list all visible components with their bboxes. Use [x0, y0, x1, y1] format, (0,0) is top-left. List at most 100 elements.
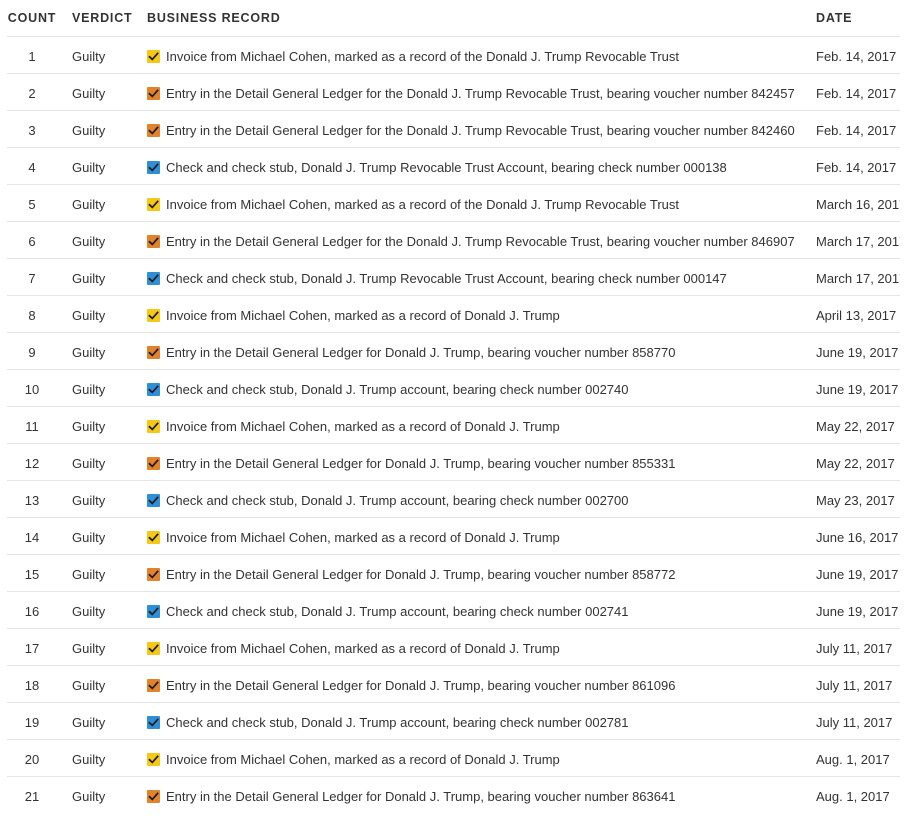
business-record-text: Invoice from Michael Cohen, marked as a …: [166, 308, 560, 323]
count-cell: 14: [7, 517, 57, 555]
business-record-text: Check and check stub, Donald J. Trump ac…: [166, 604, 629, 619]
business-record-text: Invoice from Michael Cohen, marked as a …: [166, 530, 560, 545]
business-record-cell: Invoice from Michael Cohen, marked as a …: [147, 184, 816, 222]
business-record-cell: Entry in the Detail General Ledger for D…: [147, 776, 816, 814]
date-cell: June 16, 2017: [816, 517, 900, 555]
business-record-cell: Invoice from Michael Cohen, marked as a …: [147, 406, 816, 444]
yellow-check-icon: [147, 198, 160, 211]
verdict-cell: Guilty: [57, 665, 147, 703]
table-row: 7 Guilty Check and check stub, Donald J. T…: [7, 258, 900, 296]
business-record-cell: Invoice from Michael Cohen, marked as a …: [147, 628, 816, 666]
business-record-cell: Check and check stub, Donald J. Trump Re…: [147, 258, 816, 296]
business-record-cell: Entry in the Detail General Ledger for t…: [147, 110, 816, 148]
count-cell: 13: [7, 480, 57, 518]
business-record-cell: Check and check stub, Donald J. Trump Re…: [147, 147, 816, 185]
date-cell: June 19, 2017: [816, 369, 900, 407]
table-row: 20 Guilty Invoice from Michael Cohen, mark…: [7, 739, 900, 777]
business-record-text: Check and check stub, Donald J. Trump ac…: [166, 382, 629, 397]
blue-check-icon: [147, 272, 160, 285]
count-cell: 11: [7, 406, 57, 444]
business-record-text: Invoice from Michael Cohen, marked as a …: [166, 419, 560, 434]
count-cell: 18: [7, 665, 57, 703]
orange-check-icon: [147, 457, 160, 470]
orange-check-icon: [147, 790, 160, 803]
business-record-cell: Invoice from Michael Cohen, marked as a …: [147, 517, 816, 555]
date-cell: Feb. 14, 2017: [816, 36, 900, 74]
yellow-check-icon: [147, 753, 160, 766]
blue-check-icon: [147, 161, 160, 174]
table-row: 21 Guilty Entry in the Detail General Ledg…: [7, 776, 900, 814]
count-cell: 7: [7, 258, 57, 296]
business-record-text: Invoice from Michael Cohen, marked as a …: [166, 641, 560, 656]
count-cell: 9: [7, 332, 57, 370]
orange-check-icon: [147, 679, 160, 692]
verdict-cell: Guilty: [57, 258, 147, 296]
date-cell: July 11, 2017: [816, 628, 900, 666]
date-cell: Feb. 14, 2017: [816, 147, 900, 185]
verdict-cell: Guilty: [57, 36, 147, 74]
verdict-column-header: VERDICT: [72, 11, 133, 25]
business-record-text: Entry in the Detail General Ledger for D…: [166, 345, 676, 360]
orange-check-icon: [147, 568, 160, 581]
verdict-cell: Guilty: [57, 406, 147, 444]
blue-check-icon: [147, 605, 160, 618]
business-record-text: Check and check stub, Donald J. Trump ac…: [166, 715, 629, 730]
count-cell: 16: [7, 591, 57, 629]
business-record-cell: Invoice from Michael Cohen, marked as a …: [147, 739, 816, 777]
verdict-cell: Guilty: [57, 369, 147, 407]
verdict-cell: Guilty: [57, 517, 147, 555]
table-row: 9 Guilty Entry in the Detail General Ledge…: [7, 332, 900, 370]
business-record-cell: Entry in the Detail General Ledger for D…: [147, 332, 816, 370]
verdict-cell: Guilty: [57, 73, 147, 111]
table-row: 13 Guilty Check and check stub, Donald J. …: [7, 480, 900, 518]
date-cell: July 11, 2017: [816, 702, 900, 740]
business-record-text: Entry in the Detail General Ledger for t…: [166, 123, 795, 138]
count-cell: 2: [7, 73, 57, 111]
verdict-cell: Guilty: [57, 739, 147, 777]
table-row: 16 Guilty Check and check stub, Donald J. …: [7, 591, 900, 629]
yellow-check-icon: [147, 309, 160, 322]
table-row: 19 Guilty Check and check stub, Donald J. …: [7, 702, 900, 740]
business-record-cell: Invoice from Michael Cohen, marked as a …: [147, 36, 816, 74]
count-cell: 8: [7, 295, 57, 333]
business-record-cell: Entry in the Detail General Ledger for D…: [147, 665, 816, 703]
date-cell: Aug. 1, 2017: [816, 776, 900, 814]
verdict-cell: Guilty: [57, 591, 147, 629]
date-cell: March 17, 2017: [816, 258, 900, 296]
verdict-cell: Guilty: [57, 221, 147, 259]
table-row: 14 Guilty Invoice from Michael Cohen, mark…: [7, 517, 900, 555]
date-cell: March 16, 2017: [816, 184, 900, 222]
date-cell: Feb. 14, 2017: [816, 110, 900, 148]
count-cell: 15: [7, 554, 57, 592]
table-row: 8 Guilty Invoice from Michael Cohen, marke…: [7, 295, 900, 333]
business-record-text: Check and check stub, Donald J. Trump Re…: [166, 271, 727, 286]
business-record-cell: Check and check stub, Donald J. Trump ac…: [147, 591, 816, 629]
date-column-header: DATE: [816, 11, 853, 25]
orange-check-icon: [147, 235, 160, 248]
business-record-text: Entry in the Detail General Ledger for D…: [166, 789, 676, 804]
yellow-check-icon: [147, 420, 160, 433]
date-cell: March 17, 2017: [816, 221, 900, 259]
business-record-cell: Entry in the Detail General Ledger for D…: [147, 443, 816, 481]
date-cell: May 23, 2017: [816, 480, 900, 518]
verdict-cell: Guilty: [57, 184, 147, 222]
blue-check-icon: [147, 494, 160, 507]
orange-check-icon: [147, 346, 160, 359]
verdicts-table: COUNT VERDICT BUSINESS RECORD DATE 1 Guil…: [7, 0, 900, 814]
date-cell: June 19, 2017: [816, 332, 900, 370]
date-cell: May 22, 2017: [816, 443, 900, 481]
blue-check-icon: [147, 383, 160, 396]
count-cell: 10: [7, 369, 57, 407]
business-record-text: Entry in the Detail General Ledger for D…: [166, 567, 676, 582]
business-record-text: Check and check stub, Donald J. Trump ac…: [166, 493, 629, 508]
verdict-cell: Guilty: [57, 702, 147, 740]
business-record-text: Invoice from Michael Cohen, marked as a …: [166, 752, 560, 767]
business-record-cell: Check and check stub, Donald J. Trump ac…: [147, 702, 816, 740]
date-cell: June 19, 2017: [816, 554, 900, 592]
business-record-text: Invoice from Michael Cohen, marked as a …: [166, 197, 680, 212]
date-cell: June 19, 2017: [816, 591, 900, 629]
count-cell: 4: [7, 147, 57, 185]
count-cell: 3: [7, 110, 57, 148]
yellow-check-icon: [147, 50, 160, 63]
count-cell: 19: [7, 702, 57, 740]
